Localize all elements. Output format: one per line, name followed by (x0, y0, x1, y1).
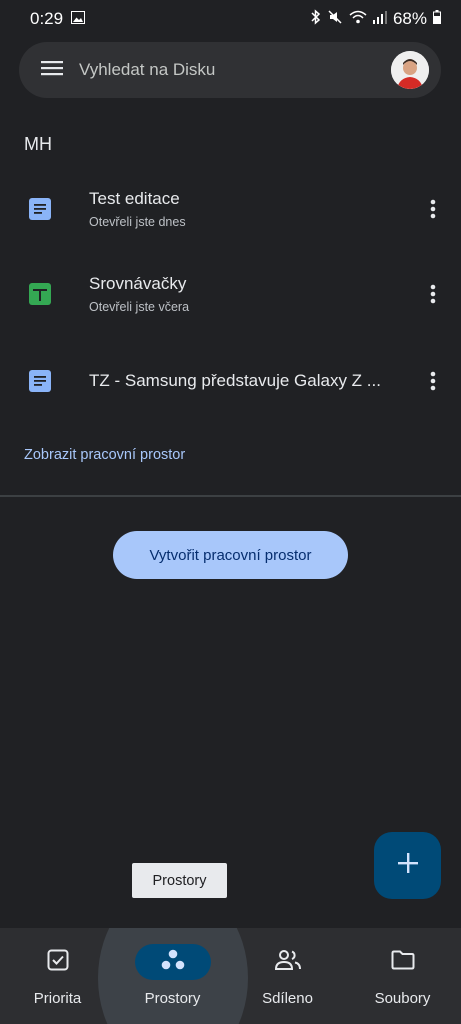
section-title: MH (24, 134, 52, 154)
more-options-icon[interactable] (423, 189, 443, 229)
battery-percent: 68% (392, 9, 427, 28)
file-subtitle: Otevřeli jste včera (89, 300, 190, 314)
nav-item-priority[interactable]: Priorita (0, 928, 115, 1024)
status-time: 0:29 (30, 9, 64, 28)
nav-label: Soubory (374, 990, 431, 1007)
mute-icon (327, 9, 343, 30)
file-name: TZ - Samsung představuje Galaxy Z ... (89, 371, 381, 390)
view-workspace-link[interactable]: Zobrazit pracovní prostor (24, 447, 185, 463)
bluetooth-icon (311, 8, 321, 30)
file-subtitle: Otevřeli jste dnes (89, 215, 186, 229)
wifi-icon (349, 9, 367, 29)
file-name: Srovnávačky (89, 274, 187, 293)
nav-icon-wrap (365, 944, 441, 980)
nav-item-shared[interactable]: Sdíleno (230, 928, 345, 1024)
shared-people-icon (274, 949, 302, 976)
nav-label: Sdíleno (262, 990, 313, 1007)
new-item-fab[interactable] (374, 832, 441, 899)
file-text: Test editace Otevřeli jste dnes (89, 189, 401, 229)
signal-icon (372, 9, 387, 29)
status-right: 68% (311, 8, 441, 30)
file-row[interactable]: Test editace Otevřeli jste dnes (0, 174, 461, 244)
folder-icon (391, 950, 415, 975)
nav-icon-wrap (20, 944, 96, 980)
search-input[interactable]: Vyhledat na Disku (79, 60, 391, 80)
google-docs-icon (29, 198, 51, 220)
file-row[interactable]: TZ - Samsung představuje Galaxy Z ... (0, 346, 461, 416)
tooltip: Prostory (132, 863, 227, 898)
divider (0, 495, 461, 497)
nav-icon-wrap (250, 944, 326, 980)
battery-icon (433, 9, 441, 29)
bottom-navigation: Priorita Prostory Sdíleno Soubory (0, 928, 461, 1024)
more-options-icon[interactable] (423, 274, 443, 314)
nav-icon-wrap (134, 944, 211, 980)
google-docs-icon (29, 370, 51, 392)
status-left: 0:29 (30, 9, 86, 29)
nav-item-workspaces[interactable]: Prostory (115, 928, 230, 1024)
file-text: TZ - Samsung představuje Galaxy Z ... (89, 371, 401, 391)
file-name: Test editace (89, 189, 180, 208)
nav-label: Prostory (144, 990, 201, 1007)
search-bar[interactable]: Vyhledat na Disku (19, 42, 441, 98)
nav-item-files[interactable]: Soubory (345, 928, 460, 1024)
priority-check-icon (47, 949, 69, 976)
google-sheets-icon (29, 283, 51, 305)
file-text: Srovnávačky Otevřeli jste včera (89, 274, 401, 314)
plus-icon (397, 852, 419, 879)
more-options-icon[interactable] (423, 361, 443, 401)
account-avatar[interactable] (391, 51, 429, 89)
create-workspace-button[interactable]: Vytvořit pracovní prostor (113, 531, 348, 579)
status-bar: 0:29 68% (0, 0, 461, 38)
file-row[interactable]: Srovnávačky Otevřeli jste včera (0, 259, 461, 329)
menu-icon[interactable] (41, 60, 63, 81)
workspaces-icon (160, 949, 186, 976)
nav-label: Priorita (33, 990, 82, 1007)
gallery-notification-icon (71, 9, 86, 29)
